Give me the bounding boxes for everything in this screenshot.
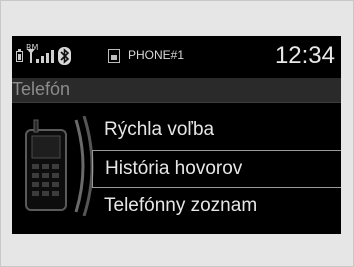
menu-item-call-history[interactable]: História hovorov	[92, 150, 341, 188]
phone-menu: Rýchla voľba História hovorov Telefónny …	[92, 112, 341, 226]
menu-item-label: Telefónny zoznam	[104, 195, 258, 216]
status-bar: RM PHONE#1 12:34	[12, 36, 341, 78]
title-bar: Telefón	[12, 78, 341, 103]
page-title: Telefón	[12, 79, 71, 99]
menu-item-label: Rýchla voľba	[104, 119, 215, 140]
bluetooth-icon	[58, 47, 71, 65]
mobile-phone-icon	[25, 116, 94, 216]
menu-item-label: História hovorov	[105, 158, 243, 179]
menu-item-phonebook[interactable]: Telefónny zoznam	[92, 188, 341, 226]
figure-frame: RM PHONE#1 12:34 Telefón Rýchla voľba Hi…	[0, 0, 354, 267]
clock: 12:34	[274, 42, 335, 69]
battery-icon	[16, 49, 23, 62]
device-label: PHONE#1	[128, 48, 185, 62]
phone-device-icon	[108, 49, 120, 63]
menu-item-speed-dial[interactable]: Rýchla voľba	[92, 112, 341, 150]
signal-tag: RM	[26, 43, 39, 52]
phone-screen: RM PHONE#1 12:34 Telefón Rýchla voľba Hi…	[12, 36, 341, 234]
